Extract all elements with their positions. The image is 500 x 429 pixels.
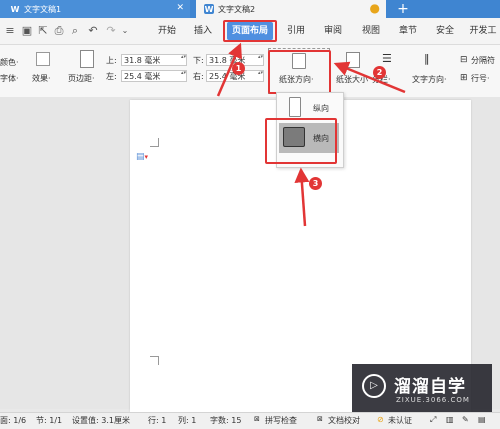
paper-size-icon [346, 52, 360, 68]
print-preview-icon[interactable]: ⌕ [68, 24, 82, 38]
portrait-label: 纵向 [313, 104, 329, 113]
portrait-icon [289, 97, 301, 117]
print-icon[interactable]: ⎙ [52, 24, 66, 38]
chevron-down-icon[interactable]: ⌄ [118, 24, 132, 38]
unsaved-dot-icon[interactable]: ● [370, 1, 380, 15]
wps-writer-icon: W [204, 4, 214, 14]
menu-insert[interactable]: 插入 [188, 22, 218, 40]
page-margins-icon [80, 50, 94, 68]
margin-corner-top-left [150, 138, 159, 147]
watermark-url: ZIXUE.3066.COM [396, 396, 470, 404]
undo-icon[interactable]: ↶ [86, 24, 100, 38]
warning-icon: ⊘ [377, 415, 384, 424]
step-badge-3: 3 [309, 177, 322, 190]
save-icon[interactable]: ▣ [20, 24, 34, 38]
menu-security[interactable]: 安全 [430, 22, 460, 40]
doc-check-button[interactable]: 文档校对 [328, 415, 360, 426]
doc-tab-1[interactable]: W 文字文稿1 ✕ [0, 0, 190, 18]
page-margins-button[interactable]: 页边距· [68, 73, 95, 84]
fullscreen-icon[interactable]: ⤢ [430, 415, 436, 425]
step-badge-2: 2 [373, 66, 386, 79]
doc-check-icon: ⊠ [317, 415, 323, 423]
paper-size-button[interactable]: 纸张大小 [336, 74, 368, 85]
doc-tab-1-label: 文字文稿1 [24, 4, 62, 14]
paragraph-mark-icon: ▤▾ [136, 152, 149, 162]
play-logo-icon: ▷ [362, 374, 386, 398]
menu-view[interactable]: 视图 [356, 22, 386, 40]
wps-writer-icon: W [10, 4, 20, 14]
close-icon[interactable]: ✕ [176, 3, 184, 13]
margin-corner-bottom-left [150, 356, 159, 365]
doc-tab-2-label: 文字文稿2 [218, 4, 256, 14]
menu-review[interactable]: 审阅 [318, 22, 348, 40]
status-setting: 设置值: 3.1厘米 [72, 416, 130, 425]
columns-icon: ☰ [382, 52, 392, 65]
margin-left-input[interactable]: 25.4 毫米 [121, 70, 187, 82]
theme-fonts-button[interactable]: 字体· [0, 73, 19, 84]
highlight-page-layout [223, 20, 277, 42]
margin-bottom-label: 下: [193, 56, 204, 65]
line-number-button[interactable]: 行号· [471, 73, 490, 84]
status-col: 列: 1 [178, 416, 197, 425]
redo-icon[interactable]: ↷ [104, 24, 118, 38]
theme-colors-button[interactable]: 颜色· [0, 57, 19, 68]
theme-effects-button[interactable]: 效果· [32, 73, 51, 84]
menu-developer[interactable]: 开发工 [466, 22, 500, 40]
read-mode-icon[interactable]: ▥ [446, 415, 454, 424]
margin-top-input[interactable]: 31.8 毫米 [121, 54, 187, 66]
breaks-icon: ⊟ [460, 55, 468, 65]
auth-status[interactable]: 未认证 [388, 415, 412, 426]
watermark-name: 溜溜自学 [394, 377, 466, 397]
line-number-icon: ⊞ [460, 73, 468, 83]
menu-home[interactable]: 开始 [150, 22, 184, 40]
highlight-orientation [268, 50, 331, 94]
status-words[interactable]: 字数: 15 [210, 415, 241, 426]
margin-left-label: 左: [106, 72, 117, 81]
menu-sections[interactable]: 章节 [393, 22, 423, 40]
status-page: 面: 1/6 [0, 416, 27, 425]
new-tab-button[interactable]: + [392, 0, 414, 18]
effects-preview-icon [36, 52, 50, 66]
spellcheck-icon: ⊠ [254, 415, 260, 423]
watermark: ▷ 溜溜自学 ZIXUE.3066.COM [352, 364, 492, 412]
text-direction-button[interactable]: 文字方向· [412, 74, 447, 85]
status-row: 行: 1 [148, 416, 167, 425]
output-icon[interactable]: ⇱ [36, 24, 50, 38]
doc-tab-2[interactable]: W 文字文稿2 ● [196, 0, 386, 18]
spellcheck-button[interactable]: 拼写检查 [265, 415, 297, 426]
step-badge-1: 1 [232, 62, 245, 75]
menu-icon[interactable]: ≡ [3, 24, 17, 38]
breaks-button[interactable]: 分隔符 [471, 55, 495, 66]
menu-references[interactable]: 引用 [281, 22, 311, 40]
text-direction-icon: ‖ [424, 52, 430, 65]
highlight-landscape [265, 118, 337, 164]
edit-icon[interactable]: ✎ [462, 415, 469, 424]
margin-top-label: 上: [106, 56, 117, 65]
margin-right-label: 右: [193, 72, 204, 81]
status-section: 节: 1/1 [36, 416, 63, 425]
page-view-icon[interactable]: ▤ [478, 415, 486, 424]
